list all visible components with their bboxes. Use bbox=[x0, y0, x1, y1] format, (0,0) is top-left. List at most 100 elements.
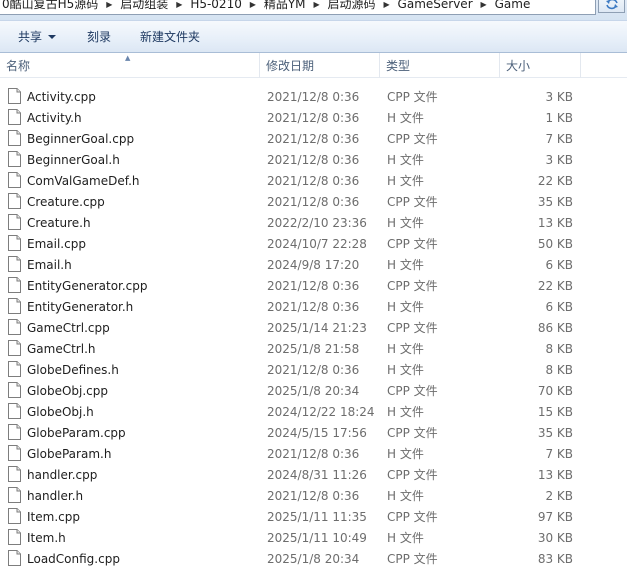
file-row[interactable]: GlobeDefines.h 2021/12/8 0:36 H 文件 8 KB bbox=[0, 359, 627, 380]
column-header-size[interactable]: 大小 bbox=[500, 53, 581, 78]
file-name: Creature.cpp bbox=[27, 195, 105, 209]
file-date: 2021/12/8 0:36 bbox=[267, 300, 360, 314]
file-icon bbox=[8, 151, 21, 167]
file-row[interactable]: EntityGenerator.h 2021/12/8 0:36 H 文件 6 KB bbox=[0, 296, 627, 317]
breadcrumb-separator-icon[interactable]: ▶ bbox=[475, 0, 493, 13]
file-type: H 文件 bbox=[387, 300, 424, 314]
breadcrumb-item[interactable]: 启动组装 bbox=[118, 0, 170, 13]
breadcrumb-separator-icon[interactable]: ▶ bbox=[308, 0, 326, 13]
file-type: H 文件 bbox=[387, 489, 424, 503]
file-row[interactable]: GlobeObj.h 2024/12/22 18:24 H 文件 15 KB bbox=[0, 401, 627, 422]
file-row[interactable]: Email.cpp 2024/10/7 22:28 CPP 文件 50 KB bbox=[0, 233, 627, 254]
file-row[interactable]: LoadConfig.cpp 2025/1/8 20:34 CPP 文件 83 KB bbox=[0, 548, 627, 569]
file-row[interactable]: handler.cpp 2024/8/31 11:26 CPP 文件 13 KB bbox=[0, 464, 627, 485]
file-size: 86 KB bbox=[537, 321, 573, 335]
file-row[interactable]: GameCtrl.cpp 2025/1/14 21:23 CPP 文件 86 KB bbox=[0, 317, 627, 338]
breadcrumb-item[interactable]: 0酷山复古H5源码 bbox=[0, 0, 100, 13]
file-type: H 文件 bbox=[387, 531, 424, 545]
breadcrumb-separator-icon[interactable]: ▶ bbox=[244, 0, 262, 13]
file-row[interactable]: GlobeParam.h 2021/12/8 0:36 H 文件 7 KB bbox=[0, 443, 627, 464]
file-name: Item.h bbox=[27, 531, 66, 545]
file-date: 2021/12/8 0:36 bbox=[267, 195, 360, 209]
file-date: 2025/1/14 21:23 bbox=[267, 321, 367, 335]
file-row[interactable]: Item.h 2025/1/11 10:49 H 文件 30 KB bbox=[0, 527, 627, 548]
file-name: Activity.cpp bbox=[27, 90, 96, 104]
file-date: 2025/1/8 20:34 bbox=[267, 552, 360, 566]
file-size: 6 KB bbox=[545, 258, 573, 272]
file-icon bbox=[8, 340, 21, 356]
file-row[interactable]: Email.h 2024/9/8 17:20 H 文件 6 KB bbox=[0, 254, 627, 275]
file-name: Creature.h bbox=[27, 216, 91, 230]
file-icon bbox=[8, 319, 21, 335]
file-icon bbox=[8, 424, 21, 440]
breadcrumb-item[interactable]: 精品YM bbox=[262, 0, 308, 13]
file-icon bbox=[8, 529, 21, 545]
file-icon bbox=[8, 550, 21, 566]
file-date: 2022/2/10 23:36 bbox=[267, 216, 367, 230]
file-row[interactable]: BeginnerGoal.h 2021/12/8 0:36 H 文件 3 KB bbox=[0, 149, 627, 170]
file-icon bbox=[8, 109, 21, 125]
file-icon bbox=[8, 487, 21, 503]
file-row[interactable]: GlobeObj.cpp 2025/1/8 20:34 CPP 文件 70 KB bbox=[0, 380, 627, 401]
file-name: GlobeObj.cpp bbox=[27, 384, 109, 398]
share-button[interactable]: 共享 bbox=[18, 29, 57, 45]
file-icon bbox=[8, 361, 21, 377]
file-size: 50 KB bbox=[537, 237, 573, 251]
burn-button[interactable]: 刻录 bbox=[87, 29, 111, 45]
file-row[interactable]: GameCtrl.h 2025/1/8 21:58 H 文件 8 KB bbox=[0, 338, 627, 359]
file-type: CPP 文件 bbox=[387, 552, 438, 566]
file-type: CPP 文件 bbox=[387, 468, 438, 482]
breadcrumb[interactable]: 0酷山复古H5源码 ▶ 启动组装 ▶ H5-0210 ▶ 精品YM ▶ 启动源码 ▶ GameSer… bbox=[0, 0, 596, 15]
file-size: 3 KB bbox=[545, 153, 573, 167]
file-name: ComValGameDef.h bbox=[27, 174, 140, 188]
file-date: 2021/12/8 0:36 bbox=[267, 489, 360, 503]
breadcrumb-separator-icon[interactable]: ▶ bbox=[170, 0, 188, 13]
file-date: 2021/12/8 0:36 bbox=[267, 132, 360, 146]
file-row[interactable]: Item.cpp 2025/1/11 11:35 CPP 文件 97 KB bbox=[0, 506, 627, 527]
file-size: 13 KB bbox=[537, 216, 573, 230]
file-icon bbox=[8, 130, 21, 146]
column-header-date[interactable]: 修改日期 bbox=[260, 53, 380, 78]
file-row[interactable]: EntityGenerator.cpp 2021/12/8 0:36 CPP 文件 2… bbox=[0, 275, 627, 296]
file-row[interactable]: BeginnerGoal.cpp 2021/12/8 0:36 CPP 文件 7 KB bbox=[0, 128, 627, 149]
file-date: 2021/12/8 0:36 bbox=[267, 363, 360, 377]
breadcrumb-item[interactable]: 启动源码 bbox=[326, 0, 378, 13]
file-row[interactable]: GlobeParam.cpp 2024/5/15 17:56 CPP 文件 35 KB bbox=[0, 422, 627, 443]
address-bar: 0酷山复古H5源码 ▶ 启动组装 ▶ H5-0210 ▶ 精品YM ▶ 启动源码 ▶ GameSer… bbox=[0, 0, 627, 20]
file-size: 22 KB bbox=[537, 174, 573, 188]
file-row[interactable]: Activity.cpp 2021/12/8 0:36 CPP 文件 3 KB bbox=[0, 86, 627, 107]
file-date: 2024/9/8 17:20 bbox=[267, 258, 360, 272]
file-name: GameCtrl.cpp bbox=[27, 321, 110, 335]
file-icon bbox=[8, 172, 21, 188]
file-name: Email.cpp bbox=[27, 237, 86, 251]
file-row[interactable]: handler.h 2021/12/8 0:36 H 文件 2 KB bbox=[0, 485, 627, 506]
file-row[interactable]: Creature.cpp 2021/12/8 0:36 CPP 文件 35 KB bbox=[0, 191, 627, 212]
file-name: GlobeParam.cpp bbox=[27, 426, 126, 440]
file-type: CPP 文件 bbox=[387, 237, 438, 251]
file-row[interactable]: Activity.h 2021/12/8 0:36 H 文件 1 KB bbox=[0, 107, 627, 128]
new-folder-button[interactable]: 新建文件夹 bbox=[140, 29, 200, 45]
refresh-button[interactable] bbox=[598, 0, 625, 13]
file-name: GlobeParam.h bbox=[27, 447, 112, 461]
breadcrumb-separator-icon[interactable]: ▶ bbox=[100, 0, 118, 13]
file-date: 2024/8/31 11:26 bbox=[267, 468, 367, 482]
breadcrumb-item[interactable]: H5-0210 bbox=[188, 0, 244, 13]
file-type: H 文件 bbox=[387, 216, 424, 230]
breadcrumb-item[interactable]: GameServer bbox=[396, 0, 475, 13]
file-type: CPP 文件 bbox=[387, 321, 438, 335]
file-size: 30 KB bbox=[537, 531, 573, 545]
file-size: 7 KB bbox=[545, 132, 573, 146]
file-icon bbox=[8, 403, 21, 419]
file-type: H 文件 bbox=[387, 447, 424, 461]
file-size: 13 KB bbox=[537, 468, 573, 482]
breadcrumb-item[interactable]: Game bbox=[493, 0, 533, 13]
file-type: CPP 文件 bbox=[387, 384, 438, 398]
file-size: 1 KB bbox=[545, 111, 573, 125]
file-size: 97 KB bbox=[537, 510, 573, 524]
file-row[interactable]: Creature.h 2022/2/10 23:36 H 文件 13 KB bbox=[0, 212, 627, 233]
file-row[interactable]: ComValGameDef.h 2021/12/8 0:36 H 文件 22 KB bbox=[0, 170, 627, 191]
file-date: 2021/12/8 0:36 bbox=[267, 153, 360, 167]
breadcrumb-separator-icon[interactable]: ▶ bbox=[378, 0, 396, 13]
column-header-type[interactable]: 类型 bbox=[380, 53, 500, 78]
file-type: CPP 文件 bbox=[387, 510, 438, 524]
